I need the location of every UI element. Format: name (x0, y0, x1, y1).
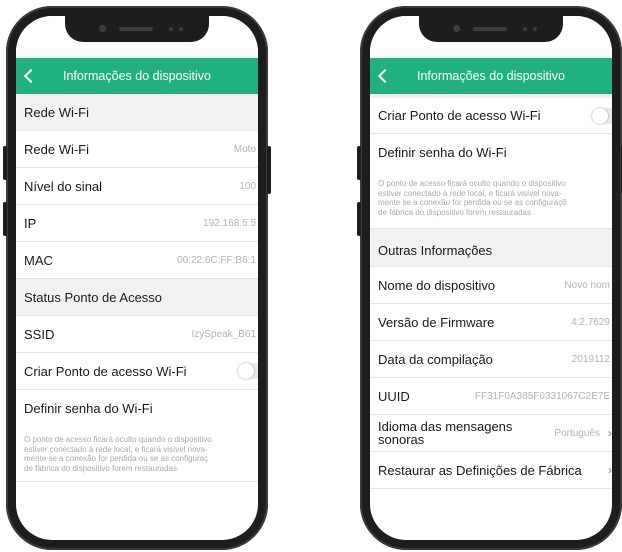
sensor-dot (179, 27, 183, 31)
build-date-row: Data da compilação 2019112 (370, 341, 612, 379)
section-header-label: Outras Informações (378, 243, 493, 259)
row-value-wrap: Português › (554, 425, 612, 440)
earpiece-speaker (119, 27, 153, 31)
section-header-wifi: Rede Wi-Fi (16, 94, 258, 131)
app-bar: Informações do dispositivo (16, 58, 258, 94)
row-label-line: sonoras (378, 432, 425, 448)
volume-up-button (3, 146, 7, 180)
phone-frame-left: Informações do dispositivo Rede Wi-Fi Re… (3, 6, 271, 550)
note-line: estiver conectado à rede local, e ficará… (378, 188, 562, 198)
row-value: 2019112 (571, 353, 610, 365)
section-header-label: Status Ponto de Acesso (24, 289, 163, 305)
screen-left: Informações do dispositivo Rede Wi-Fi Re… (16, 16, 258, 540)
firmware-row: Versão de Firmware 4.2.7629 (370, 304, 612, 342)
note-line: O ponto de acesso ficará oculto quando o… (24, 435, 212, 444)
row-value: 192.168.5.5 (203, 217, 256, 229)
note-line: mente se a conexão for perdida ou se as … (378, 198, 567, 208)
earpiece-speaker (473, 27, 507, 31)
volume-down-button (3, 202, 7, 236)
wifi-network-row: Rede Wi-Fi Moto (16, 131, 258, 168)
row-label: Criar Ponto de acesso Wi-Fi (24, 363, 187, 379)
row-label: Nome do dispositivo (378, 277, 496, 293)
note-line: estiver conectado à rede local, e ficará… (24, 444, 208, 454)
front-camera-icon (453, 25, 460, 32)
ip-row: IP 192.168.5.5 (16, 205, 258, 242)
row-value: Moto (233, 143, 256, 155)
device-name-row[interactable]: Nome do dispositivo Novo nom (370, 267, 612, 305)
row-label: Idioma das mensagens sonoras (378, 420, 512, 446)
notch (419, 16, 563, 42)
chevron-right-icon: › (608, 425, 612, 440)
row-value: 00:22:6C:FF:B6:1 (177, 254, 256, 266)
create-hotspot-row[interactable]: Criar Ponto de acesso Wi-Fi (16, 353, 258, 390)
settings-list: Rede Wi-Fi Rede Wi-Fi Moto Nível do sina… (16, 94, 258, 483)
row-label: SSID (24, 326, 55, 342)
row-value: Novo nom (564, 279, 610, 291)
note-line: mente se a conexão for perdida ou se as … (24, 454, 209, 464)
volume-up-button (357, 146, 361, 180)
row-value: Português (554, 427, 600, 439)
hotspot-note: O ponto de acesso ficará oculto quando o… (16, 427, 258, 483)
chevron-left-icon[interactable] (23, 68, 39, 84)
section-header-other: Outras Informações (370, 235, 612, 268)
chevron-right-icon: › (608, 463, 612, 478)
signal-level-row: Nível do sinal 100 (16, 168, 258, 205)
front-camera-icon (99, 25, 106, 32)
hotspot-toggle[interactable] (238, 363, 258, 379)
voice-language-row[interactable]: Idioma das mensagens sonoras Português › (370, 415, 612, 453)
mac-row: MAC 00:22:6C:FF:B6:1 (16, 242, 258, 279)
factory-reset-row[interactable]: Restaurar as Definições de Fábrica › (370, 452, 612, 490)
row-label: Definir senha do Wi-Fi (24, 401, 153, 416)
section-header-hotspot: Status Ponto de Acesso (16, 279, 258, 316)
row-value: FF31F0A385F0331067C2E7E (474, 390, 610, 402)
set-password-row[interactable]: Definir senha do Wi-Fi (16, 390, 258, 427)
row-label: Versão de Firmware (378, 314, 495, 330)
toggle-knob (238, 363, 254, 379)
hotspot-note: O ponto de acesso ficará oculto quando o… (370, 171, 612, 230)
sensor-dot (533, 27, 537, 31)
sensor-dot (523, 27, 527, 31)
row-label: UUID (378, 388, 410, 404)
row-value: IzySpeak_B61 (191, 328, 257, 340)
volume-down-button (357, 202, 361, 236)
row-label: Criar Ponto de acesso Wi-Fi (378, 108, 541, 123)
row-label: Rede Wi-Fi (24, 141, 90, 157)
ssid-row: SSID IzySpeak_B61 (16, 316, 258, 353)
screen-right: Informações do dispositivo Criar Ponto d… (370, 16, 612, 540)
page-title: Informações do dispositivo (417, 69, 565, 83)
toggle-knob (592, 107, 608, 124)
row-label: Data da compilação (378, 351, 493, 367)
uuid-row: UUID FF31F0A385F0331067C2E7E (370, 378, 612, 416)
settings-list: Criar Ponto de acesso Wi-Fi Definir senh… (370, 94, 612, 490)
phone-frame-right: Informações do dispositivo Criar Ponto d… (357, 6, 622, 550)
notch (65, 16, 209, 42)
row-label: Nível do sinal (24, 178, 103, 194)
note-line: de fábrica do dispositivo forem restaura… (24, 463, 177, 473)
note-line: O ponto de acesso ficará oculto quando o… (378, 179, 566, 188)
power-button (267, 146, 271, 194)
row-label: Definir senha do Wi-Fi (378, 145, 507, 160)
section-header-label: Rede Wi-Fi (24, 104, 90, 120)
row-value: 100 (239, 180, 256, 192)
row-label: MAC (24, 252, 53, 268)
row-label: Restaurar as Definições de Fábrica (378, 462, 582, 478)
row-value: 4.2.7629 (571, 316, 610, 328)
set-password-row[interactable]: Definir senha do Wi-Fi (370, 134, 612, 171)
row-label: IP (24, 215, 37, 231)
hotspot-toggle[interactable] (592, 107, 612, 124)
page-title: Informações do dispositivo (63, 69, 211, 83)
note-line: de fábrica do dispositivo forem restaura… (378, 207, 531, 217)
sensor-dot (169, 27, 173, 31)
app-bar: Informações do dispositivo (370, 58, 612, 94)
chevron-left-icon[interactable] (377, 68, 393, 84)
create-hotspot-row[interactable]: Criar Ponto de acesso Wi-Fi (370, 98, 612, 134)
